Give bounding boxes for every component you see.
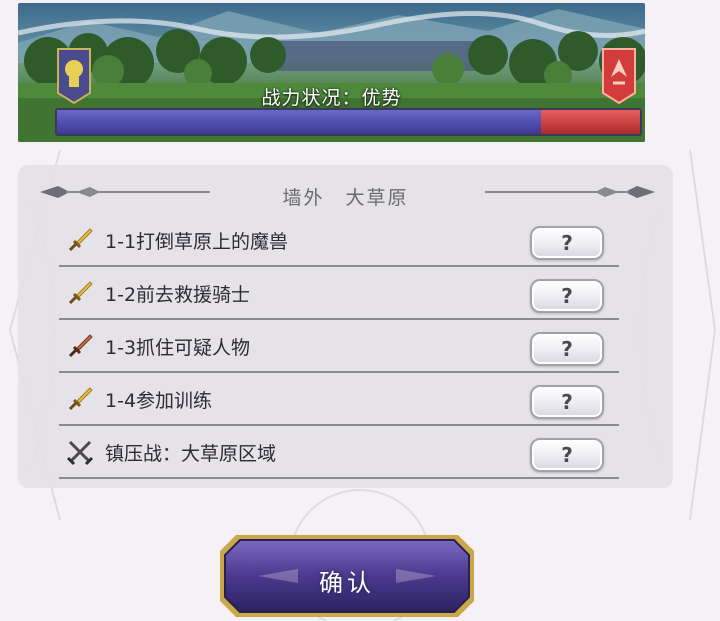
stage-row[interactable]: 1-4参加训练 ?: [59, 374, 619, 426]
stage-row[interactable]: 1-3抓住可疑人物 ?: [59, 321, 619, 373]
stage-row[interactable]: 镇压战：大草原区域 ?: [59, 427, 619, 479]
battle-banner: 战力状况：优势: [18, 3, 645, 142]
gold-sword-icon: [68, 228, 93, 252]
stage-info-button[interactable]: ?: [530, 332, 604, 366]
power-status-label: 战力状况：优势: [261, 87, 402, 109]
crossed-swords-icon: [66, 440, 94, 466]
stage-label: 镇压战：大草原区域: [105, 443, 277, 465]
power-bar: [55, 108, 642, 136]
row-divider: [59, 371, 619, 373]
row-divider: [59, 424, 619, 426]
stage-info-button[interactable]: ?: [530, 226, 604, 260]
stage-label: 1-3抓住可疑人物: [105, 337, 251, 359]
confirm-label: 确认: [319, 569, 375, 597]
stage-label: 1-2前去救援骑士: [105, 284, 251, 306]
ally-power-fill: [57, 110, 541, 134]
gold-sword-icon: [68, 281, 93, 305]
stage-label: 1-1打倒草原上的魔兽: [105, 231, 289, 253]
row-divider: [59, 318, 619, 320]
stage-row[interactable]: 1-1打倒草原上的魔兽 ?: [59, 215, 619, 267]
stage-label: 1-4参加训练: [105, 390, 213, 412]
gold-sword-icon: [68, 387, 93, 411]
row-divider: [59, 477, 619, 479]
stage-info-button[interactable]: ?: [530, 279, 604, 313]
stage-info-button[interactable]: ?: [530, 438, 604, 472]
stage-row[interactable]: 1-2前去救援骑士 ?: [59, 268, 619, 320]
row-divider: [59, 265, 619, 267]
stage-info-button[interactable]: ?: [530, 385, 604, 419]
stage-panel: 墙外 大草原 1-1打倒草原上的魔兽 ? 1-2前去救援骑士 ? 1-3抓住可疑…: [18, 165, 673, 488]
title-ornament-right: [485, 186, 655, 198]
confirm-button[interactable]: 确认: [218, 533, 476, 619]
bronze-sword-icon: [68, 334, 93, 358]
